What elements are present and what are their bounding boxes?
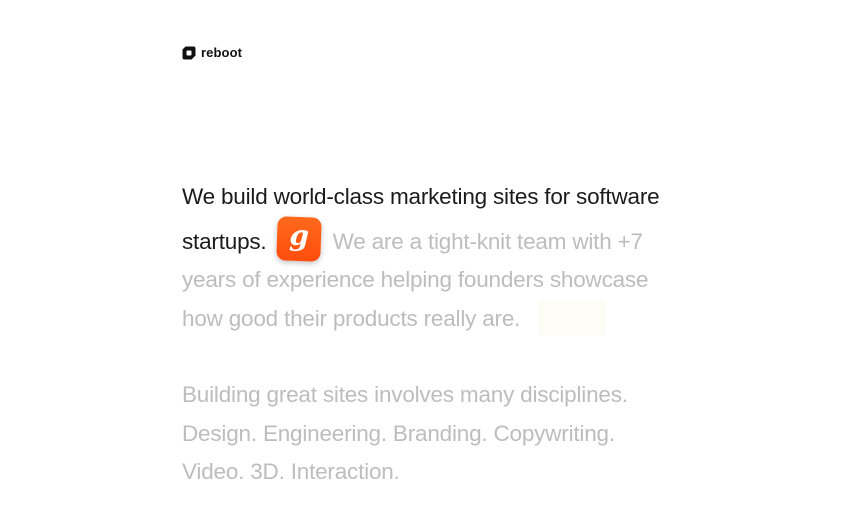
main-content: We build world-class marketing sites for… [182, 178, 682, 492]
disciplines-paragraph: Building great sites involves many disci… [182, 382, 628, 484]
brand-logo-link[interactable]: reboot [182, 45, 242, 60]
intro-paragraph: We build world-class marketing sites for… [182, 178, 682, 338]
app-icon-letter: g [288, 218, 309, 252]
faded-chip [538, 299, 607, 336]
g-app-icon: g [275, 215, 322, 262]
reboot-logo-icon [182, 46, 196, 59]
brand-name: reboot [201, 45, 243, 60]
